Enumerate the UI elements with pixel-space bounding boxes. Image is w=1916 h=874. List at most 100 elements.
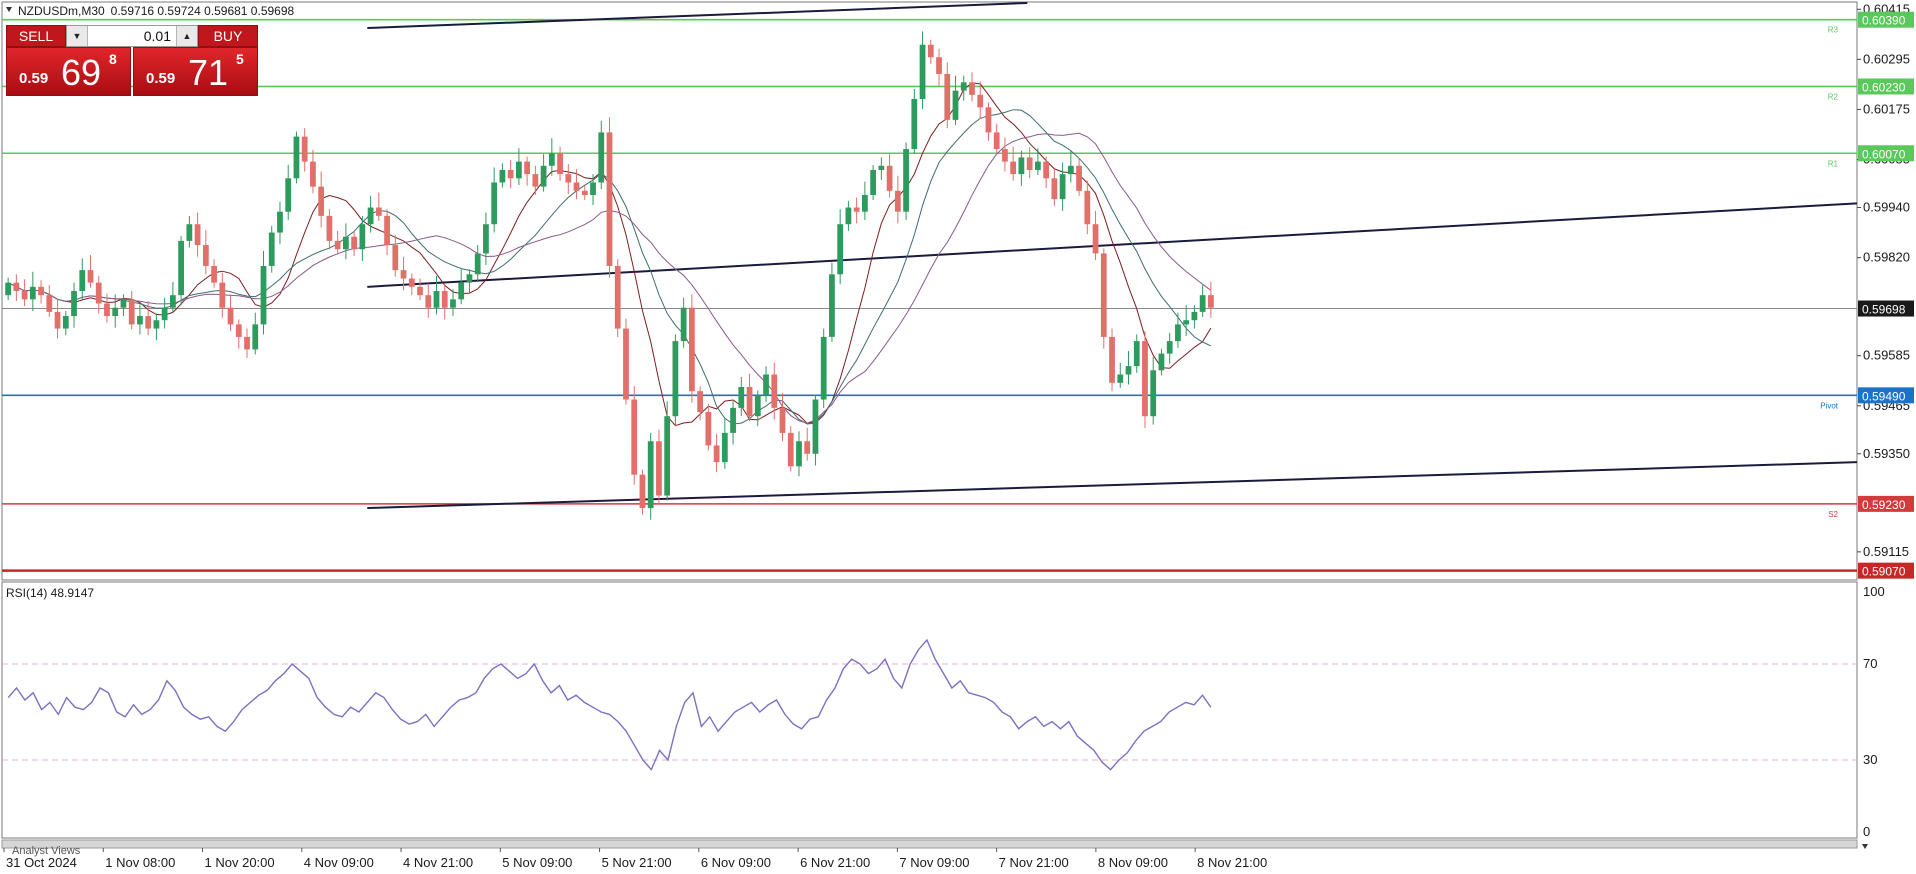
candle-body: [1150, 370, 1157, 417]
candle-body: [911, 99, 918, 150]
candle-body: [268, 232, 275, 266]
candle-body: [581, 190, 588, 195]
lot-value[interactable]: 0.01: [144, 28, 171, 44]
sell-price-button[interactable]: 0.59 69 8: [6, 47, 131, 96]
candle-body: [1142, 341, 1148, 417]
price-pane: R3R2R1PivotS2 0.604150.602950.601750.600…: [1, 1, 1914, 581]
level-tags: 0.60390 0.60230 0.60070 0.59490 0.59230 0.590…: [1858, 11, 1914, 579]
candle-body: [647, 441, 654, 509]
candle-body: [293, 136, 300, 179]
candle-body: [1059, 174, 1066, 200]
price-tick-label: 0.59585: [1863, 348, 1910, 363]
price-tick-label: 0.59820: [1863, 250, 1910, 265]
candle-body: [194, 224, 201, 246]
candle-body: [5, 282, 12, 296]
candle-body: [392, 245, 399, 271]
candle-body: [417, 286, 423, 296]
rsi-tick-label: 30: [1863, 752, 1877, 767]
buy-button[interactable]: BUY: [198, 25, 258, 47]
level-tag-value: 0.60390: [1862, 14, 1906, 28]
candle-body: [178, 240, 185, 296]
candle-body: [1092, 224, 1099, 254]
time-tick-label: 5 Nov 09:00: [502, 855, 572, 870]
candle-body: [1183, 320, 1190, 325]
level-tag-value: 0.59070: [1862, 565, 1906, 579]
candle-body: [738, 387, 745, 408]
sell-button[interactable]: SELL: [6, 25, 66, 47]
candle-body: [359, 224, 366, 250]
candle-body: [894, 190, 901, 212]
candle-body: [145, 316, 152, 329]
candle-body: [1125, 366, 1132, 375]
candle-body: [606, 132, 613, 266]
candle-body: [1199, 295, 1206, 312]
candle-body: [754, 395, 761, 417]
time-tick-label: 8 Nov 21:00: [1197, 855, 1267, 870]
candle-body: [1158, 353, 1165, 371]
current-price-value: 0.59698: [1862, 303, 1906, 317]
time-tick-label: 1 Nov 20:00: [205, 855, 275, 870]
candle-body: [400, 270, 407, 279]
level-name: S2: [1828, 510, 1838, 519]
candle-body: [425, 295, 432, 308]
candle-body: [120, 299, 127, 308]
buy-price-prefix: 0.59: [146, 70, 176, 87]
candle-body: [137, 316, 143, 325]
candle-body: [112, 307, 119, 317]
one-click-trade-panel: SELL ▼ 0.01 ▲ BUY 0.59 69 8 0.59 71 5: [6, 25, 258, 96]
rsi-axis: 100 70 30 0: [1863, 584, 1885, 839]
lot-increase-icon[interactable]: ▲: [176, 26, 197, 46]
level-name: Pivot: [1820, 401, 1839, 410]
candle-body: [54, 311, 61, 329]
candle-body: [384, 215, 390, 246]
candle-body: [1109, 336, 1115, 383]
candle-body: [944, 73, 951, 120]
analyst-views-bar[interactable]: [1, 839, 1858, 849]
time-tick-label: 31 Oct 2024: [6, 855, 77, 870]
buy-price-button[interactable]: 0.59 71 5: [133, 47, 258, 96]
scroll-down-icon[interactable]: [1862, 844, 1868, 849]
candle-body: [21, 291, 28, 300]
candle-body: [763, 374, 769, 396]
candle-body: [71, 291, 77, 317]
candle-body: [688, 307, 695, 392]
symbol-header: NZDUSDm,M30 0.59716 0.59724 0.59681 0.596…: [18, 4, 295, 18]
candle-body: [804, 441, 811, 454]
candle-body: [104, 303, 110, 317]
candle-body: [351, 236, 358, 250]
candle-body: [614, 265, 621, 329]
candle-body: [342, 236, 349, 250]
candle-body: [466, 274, 473, 283]
candle-body: [680, 307, 687, 342]
candle-body: [1191, 311, 1198, 321]
candle-body: [870, 169, 877, 195]
candle-body: [656, 441, 662, 496]
candle-body: [1010, 161, 1017, 175]
level-tag-value: 0.60230: [1862, 80, 1906, 94]
lot-dropdown-icon[interactable]: ▼: [67, 26, 88, 46]
price-tick-label: 0.59115: [1863, 544, 1909, 559]
candle-body: [993, 132, 1000, 150]
lot-size-field[interactable]: ▼ 0.01 ▲: [66, 25, 198, 47]
buy-price-big: 71: [188, 52, 229, 93]
candle-body: [557, 153, 563, 175]
level-tag-value: 0.60070: [1862, 147, 1906, 161]
sell-price-prefix: 0.59: [19, 70, 49, 87]
candle-body: [1084, 190, 1091, 225]
candle-body: [310, 161, 316, 187]
candle-body: [985, 107, 992, 133]
candle-body: [1002, 149, 1008, 162]
candle-body: [1043, 161, 1050, 179]
candle-body: [507, 169, 514, 179]
candle-body: [1166, 341, 1173, 354]
candle-body: [969, 82, 975, 95]
candle-body: [837, 224, 844, 275]
candle-body: [746, 387, 753, 417]
sell-price-big: 69: [61, 52, 102, 93]
candle-body: [919, 44, 926, 99]
time-tick-label: 4 Nov 09:00: [304, 855, 374, 870]
candle-body: [1026, 157, 1033, 170]
candle-body: [532, 174, 539, 187]
rsi-tick-label: 0: [1863, 824, 1870, 839]
candle-body: [573, 182, 580, 191]
